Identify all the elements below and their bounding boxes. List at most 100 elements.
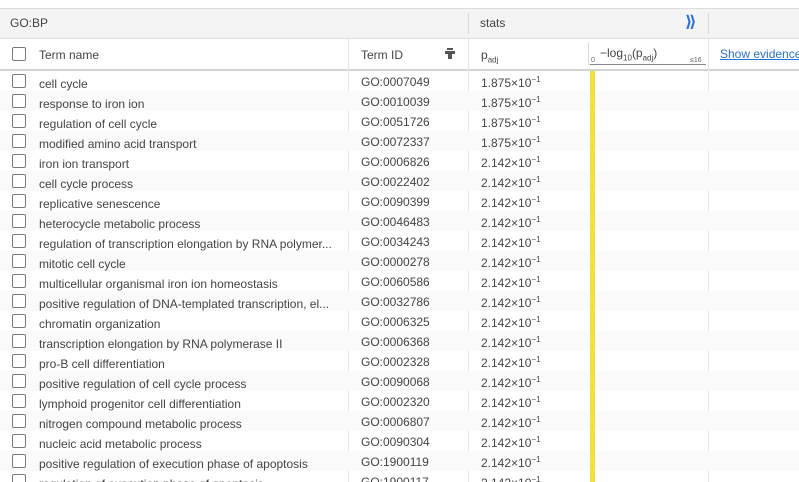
row-checkbox[interactable]: [12, 354, 26, 368]
row-checkbox[interactable]: [12, 214, 26, 228]
term-id-cell: GO:0051726: [361, 115, 430, 129]
table-row[interactable]: positive regulation of DNA-templated tra…: [0, 291, 799, 311]
significance-bar: [590, 411, 595, 431]
term-name-cell: positive regulation of DNA-templated tra…: [39, 297, 330, 311]
significance-bar: [590, 71, 595, 91]
term-name-cell: lymphoid progenitor cell differentiation: [39, 397, 241, 411]
table-row[interactable]: positive regulation of cell cycle proces…: [0, 371, 799, 391]
row-checkbox[interactable]: [12, 414, 26, 428]
row-checkbox[interactable]: [12, 94, 26, 108]
padj-cell: 1.875×10−1: [481, 115, 541, 130]
row-checkbox[interactable]: [12, 334, 26, 348]
significance-bar: [590, 111, 595, 131]
significance-bar: [590, 431, 595, 451]
row-checkbox[interactable]: [12, 474, 26, 482]
padj-exponent: −1: [531, 395, 541, 404]
table-row[interactable]: iron ion transport GO:0006826 2.142×10−1: [0, 151, 799, 171]
term-id-cell: GO:0002320: [361, 395, 430, 409]
padj-mantissa: 1.875×10: [481, 116, 532, 130]
padj-cell: 2.142×10−1: [481, 175, 541, 190]
term-id-header[interactable]: Term ID: [361, 48, 403, 62]
padj-cell: 2.142×10−1: [481, 335, 541, 350]
padj-header[interactable]: padj: [481, 48, 498, 64]
term-name-cell: pro-B cell differentiation: [39, 357, 165, 371]
term-id-cell: GO:0007049: [361, 75, 430, 89]
row-checkbox[interactable]: [12, 434, 26, 448]
header-divider: [468, 13, 469, 34]
term-name-header[interactable]: Term name: [39, 48, 99, 62]
padj-exponent: −1: [531, 255, 541, 264]
padj-mantissa: 2.142×10: [481, 316, 532, 330]
table-row[interactable]: modified amino acid transport GO:0072337 1…: [0, 131, 799, 151]
row-checkbox[interactable]: [12, 454, 26, 468]
table-row[interactable]: replicative senescence GO:0090399 2.142×10…: [0, 191, 799, 211]
table-row[interactable]: nucleic acid metabolic process GO:0090304…: [0, 431, 799, 451]
padj-cell: 2.142×10−1: [481, 315, 541, 330]
row-checkbox[interactable]: [12, 294, 26, 308]
significance-bar: [590, 251, 595, 271]
column-divider[interactable]: [588, 43, 589, 65]
term-id-cell: GO:0090304: [361, 435, 430, 449]
term-id-cell: GO:0006826: [361, 155, 430, 169]
table-row[interactable]: cell cycle process GO:0022402 2.142×10−1: [0, 171, 799, 191]
term-id-cell: GO:0090399: [361, 195, 430, 209]
table-row[interactable]: mitotic cell cycle GO:0000278 2.142×10−1: [0, 251, 799, 271]
term-name-cell: replicative senescence: [39, 197, 161, 211]
term-id-cell: GO:0032786: [361, 295, 430, 309]
padj-exponent: −1: [531, 375, 541, 384]
padj-exponent: −1: [531, 415, 541, 424]
data-source-label: GO:BP: [10, 16, 49, 30]
table-row[interactable]: response to iron ion GO:0010039 1.875×10−1: [0, 91, 799, 111]
bar-axis: [590, 64, 706, 65]
table-row[interactable]: multicellular organismal iron ion homeos…: [0, 271, 799, 291]
table-row[interactable]: heterocycle metabolic process GO:0046483 2…: [0, 211, 799, 231]
row-checkbox[interactable]: [12, 394, 26, 408]
significance-bar: [590, 331, 595, 351]
row-checkbox[interactable]: [12, 134, 26, 148]
row-checkbox[interactable]: [12, 74, 26, 88]
padj-exponent: −1: [531, 295, 541, 304]
table-row[interactable]: regulation of execution phase of apoptos…: [0, 471, 799, 482]
row-checkbox[interactable]: [12, 254, 26, 268]
filter-icon[interactable]: [445, 48, 455, 59]
table-row[interactable]: regulation of transcription elongation b…: [0, 231, 799, 251]
show-evidence-link[interactable]: Show evidence: [720, 47, 799, 61]
neglog10-padj-header[interactable]: −log10(padj): [600, 46, 657, 62]
term-id-cell: GO:0060586: [361, 275, 430, 289]
term-id-cell: GO:1900119: [361, 455, 429, 469]
row-checkbox[interactable]: [12, 274, 26, 288]
row-checkbox[interactable]: [12, 114, 26, 128]
term-id-cell: GO:0034243: [361, 235, 430, 249]
table-row[interactable]: cell cycle GO:0007049 1.875×10−1: [0, 71, 799, 91]
padj-cell: 2.142×10−1: [481, 195, 541, 210]
table-row[interactable]: transcription elongation by RNA polymera…: [0, 331, 799, 351]
row-checkbox[interactable]: [12, 174, 26, 188]
table-row[interactable]: lymphoid progenitor cell differentiation…: [0, 391, 799, 411]
row-checkbox[interactable]: [12, 154, 26, 168]
double-chevron-right-icon[interactable]: ⟫: [685, 12, 696, 32]
padj-exponent: −1: [531, 215, 541, 224]
table-row[interactable]: positive regulation of execution phase o…: [0, 451, 799, 471]
padj-mantissa: 2.142×10: [481, 436, 532, 450]
significance-bar: [590, 351, 595, 371]
select-all-checkbox[interactable]: [12, 47, 26, 61]
padj-cell: 2.142×10−1: [481, 375, 541, 390]
table-row[interactable]: pro-B cell differentiation GO:0002328 2.14…: [0, 351, 799, 371]
term-name-cell: cell cycle: [39, 77, 88, 91]
table-row[interactable]: chromatin organization GO:0006325 2.142×10…: [0, 311, 799, 331]
significance-bar: [590, 451, 595, 471]
row-checkbox[interactable]: [12, 374, 26, 388]
padj-mantissa: 2.142×10: [481, 176, 532, 190]
padj-cell: 2.142×10−1: [481, 155, 541, 170]
significance-bar: [590, 131, 595, 151]
table-row[interactable]: regulation of cell cycle GO:0051726 1.875×…: [0, 111, 799, 131]
padj-cell: 2.142×10−1: [481, 235, 541, 250]
row-checkbox[interactable]: [12, 234, 26, 248]
padj-cell: 2.142×10−1: [481, 415, 541, 430]
padj-mantissa: 2.142×10: [481, 196, 532, 210]
term-id-cell: GO:0006325: [361, 315, 430, 329]
table-row[interactable]: nitrogen compound metabolic process GO:00…: [0, 411, 799, 431]
row-checkbox[interactable]: [12, 314, 26, 328]
row-checkbox[interactable]: [12, 194, 26, 208]
term-id-cell: GO:0072337: [361, 135, 430, 149]
